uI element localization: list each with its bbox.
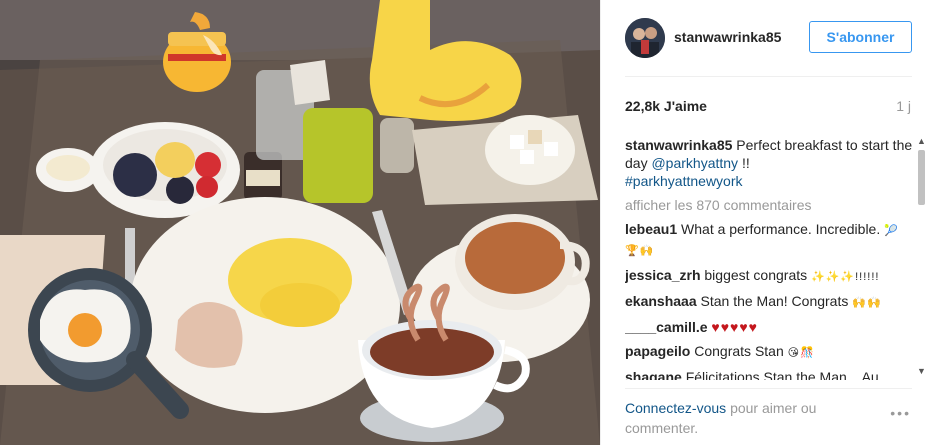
scrollbar-thumb[interactable] <box>918 150 925 205</box>
comment-username[interactable]: papageilo <box>625 343 690 359</box>
comment-emoji: 😘🎊 <box>787 347 815 359</box>
avatar[interactable] <box>625 18 665 58</box>
header-divider <box>625 76 912 77</box>
post-header: stanwawrinka85 S'abonner <box>601 0 933 76</box>
like-count[interactable]: 22,8k J'aime <box>625 98 707 114</box>
comment-item: papageilo Congrats Stan 😘🎊 <box>625 342 913 362</box>
caption-username[interactable]: stanwawrinka85 <box>625 137 732 153</box>
comment-username[interactable]: ekanshaaa <box>625 293 697 309</box>
username-link[interactable]: stanwawrinka85 <box>674 29 781 45</box>
comment-text: biggest congrats <box>704 267 808 283</box>
comment-item: ____camill.e ♥♥♥♥♥ <box>625 318 913 336</box>
caption-suffix: !! <box>741 155 750 171</box>
comment-text: What a performance. Incredible. <box>681 221 881 237</box>
caption-hashtag[interactable]: #parkhyattnewyork <box>625 173 743 189</box>
post-time[interactable]: 1 j <box>896 98 911 114</box>
hearts-emoji: ♥♥♥♥♥ <box>711 319 758 335</box>
comment-item: ekanshaaa Stan the Man! Congrats 🙌🙌 <box>625 292 913 312</box>
pepper-shaker <box>380 118 414 173</box>
juice-glass <box>303 108 373 203</box>
follow-button[interactable]: S'abonner <box>809 21 912 53</box>
comment-text: Congrats Stan <box>694 343 784 359</box>
login-prompt: Connectez-vous pour aimer ou commenter. <box>625 398 865 438</box>
comment-emoji: ✨✨✨!!!!!! <box>811 271 880 283</box>
comment-username[interactable]: jessica_zrh <box>625 267 701 283</box>
comment-text: Félicitations Stan the Man... Au <box>685 369 879 380</box>
footer-divider <box>625 388 912 389</box>
scroll-down-arrow-icon[interactable]: ▼ <box>917 366 926 376</box>
login-link[interactable]: Connectez-vous <box>625 400 726 416</box>
more-options-icon[interactable]: ••• <box>890 405 911 421</box>
avatar-image <box>625 18 665 58</box>
caption-mention[interactable]: @parkhyattny <box>651 155 738 171</box>
comments-scrollbar[interactable]: ▲ ▼ <box>915 136 927 380</box>
comment-item: jessica_zrh biggest congrats ✨✨✨!!!!!! <box>625 266 913 286</box>
comment-item: lebeau1 What a performance. Incredible. … <box>625 220 913 260</box>
comment-username[interactable]: ____camill.e <box>625 319 708 335</box>
comment-username[interactable]: lebeau1 <box>625 221 677 237</box>
caption: stanwawrinka85 Perfect breakfast to star… <box>625 136 913 190</box>
milk-jug <box>290 60 330 105</box>
scroll-up-arrow-icon[interactable]: ▲ <box>917 136 926 146</box>
post-photo[interactable] <box>0 0 600 445</box>
breakfast-photo-illustration <box>0 0 600 445</box>
comment-list: stanwawrinka85 Perfect breakfast to star… <box>625 136 913 380</box>
comment-text: Stan the Man! Congrats <box>700 293 849 309</box>
comment-username[interactable]: shagane <box>625 369 682 380</box>
comment-emoji: 🙌🙌 <box>852 297 882 309</box>
post-sidebar: stanwawrinka85 S'abonner 22,8k J'aime 1 … <box>600 0 933 445</box>
load-more-comments[interactable]: afficher les 870 commentaires <box>625 196 913 214</box>
comment-item: shagane Félicitations Stan the Man... Au <box>625 368 913 380</box>
